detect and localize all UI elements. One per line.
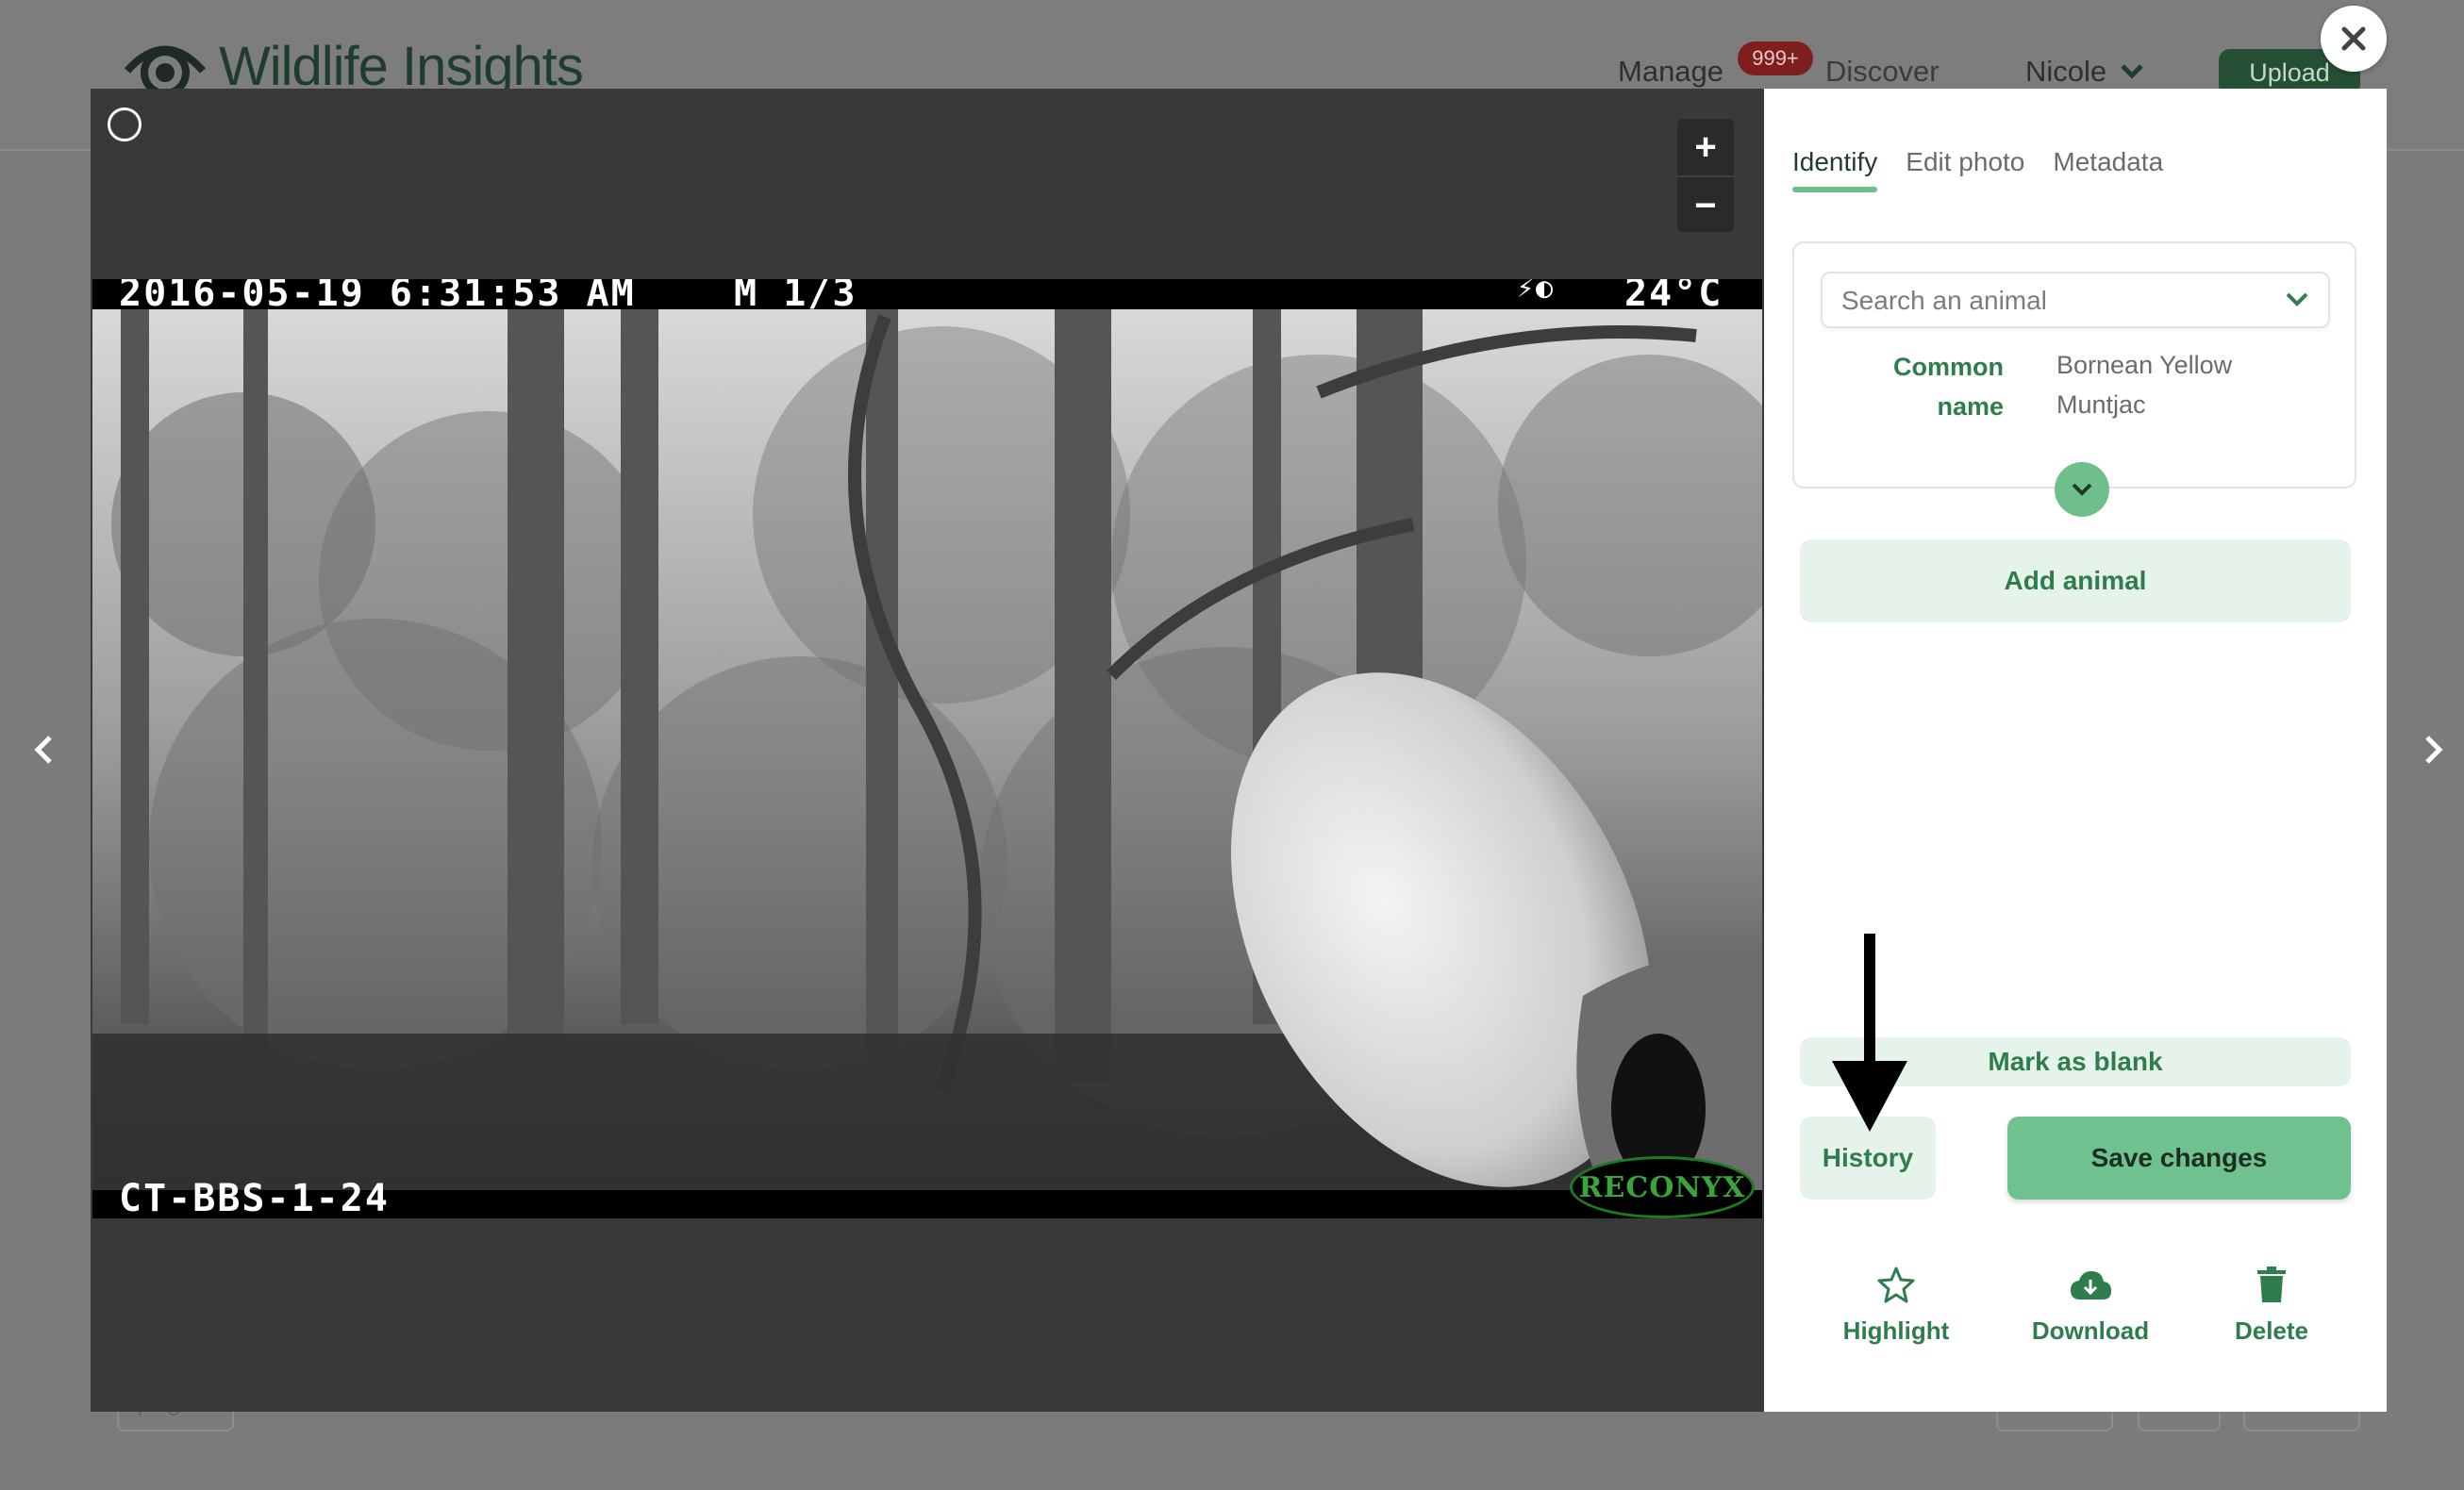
reconyx-logo: RECONYX [1570,1156,1755,1218]
user-menu[interactable]: Nicole [2025,55,2144,89]
search-input[interactable] [1823,273,2287,328]
moon-icon: ⚡◐ [1517,279,1556,305]
animal-card: Common name Bornean Yellow Muntjac [1792,241,2356,488]
common-name-label: Common name [1893,353,2004,421]
notification-badge: 999+ [1738,41,1813,75]
annotation-arrow-icon [1832,934,1907,1132]
common-name-value: Bornean Yellow Muntjac [2056,351,2233,419]
star-icon [1877,1266,1915,1303]
panel-tabs: Identify Edit photo Metadata [1792,147,2163,192]
next-photo-button[interactable] [2415,731,2453,769]
delete-label: Delete [2234,1316,2309,1345]
zoom-out-button[interactable]: − [1677,177,1734,234]
chevron-down-icon[interactable] [2285,290,2309,309]
animal-search[interactable] [1821,272,2330,328]
nav-discover[interactable]: Discover [1825,55,1940,89]
identify-panel: Identify Edit photo Metadata Common name… [1764,89,2387,1412]
tab-edit-photo[interactable]: Edit photo [1906,147,2024,177]
highlight-button[interactable]: Highlight [1821,1256,1972,1346]
forest-scene [92,279,1762,1218]
camera-id: CT-BBS-1-24 [119,1177,390,1218]
nav-manage[interactable]: Manage [1618,55,1723,89]
chevron-down-icon [2121,64,2143,79]
photo-temperature: 24°C [1624,279,1723,315]
close-button[interactable] [2321,6,2387,72]
chevron-right-icon [2425,736,2443,764]
expand-details-button[interactable] [2055,462,2109,517]
save-changes-button[interactable]: Save changes [2007,1117,2351,1200]
photo-timestamp: 2016-05-19 6:31:53 AM M 1/3 [119,279,857,315]
zoom-in-button[interactable]: + [1677,119,1734,175]
tab-metadata[interactable]: Metadata [2053,147,2163,177]
add-animal-button[interactable]: Add animal [1800,539,2351,622]
download-label: Download [2031,1316,2150,1345]
user-name: Nicole [2025,55,2107,88]
tab-identify[interactable]: Identify [1792,147,1878,192]
select-circle-icon[interactable] [108,108,142,141]
zoom-control: + − [1677,119,1734,232]
chevron-down-icon [2072,483,2092,496]
delete-button[interactable]: Delete [2196,1256,2347,1346]
trash-icon [2257,1266,2286,1302]
cloud-download-icon [2071,1271,2111,1300]
camera-trap-photo: 2016-05-19 6:31:53 AM M 1/3 ⚡◐ 24°C CT-B… [92,279,1762,1218]
previous-photo-button[interactable] [25,731,62,769]
photo-viewer: + − 2016-05-19 6:31:53 AM M 1/3 ⚡◐ 24°C … [91,89,1764,1412]
download-button[interactable]: Download [2015,1256,2166,1346]
chevron-left-icon [34,736,52,764]
close-icon [2341,26,2366,51]
highlight-label: Highlight [1842,1316,1950,1345]
